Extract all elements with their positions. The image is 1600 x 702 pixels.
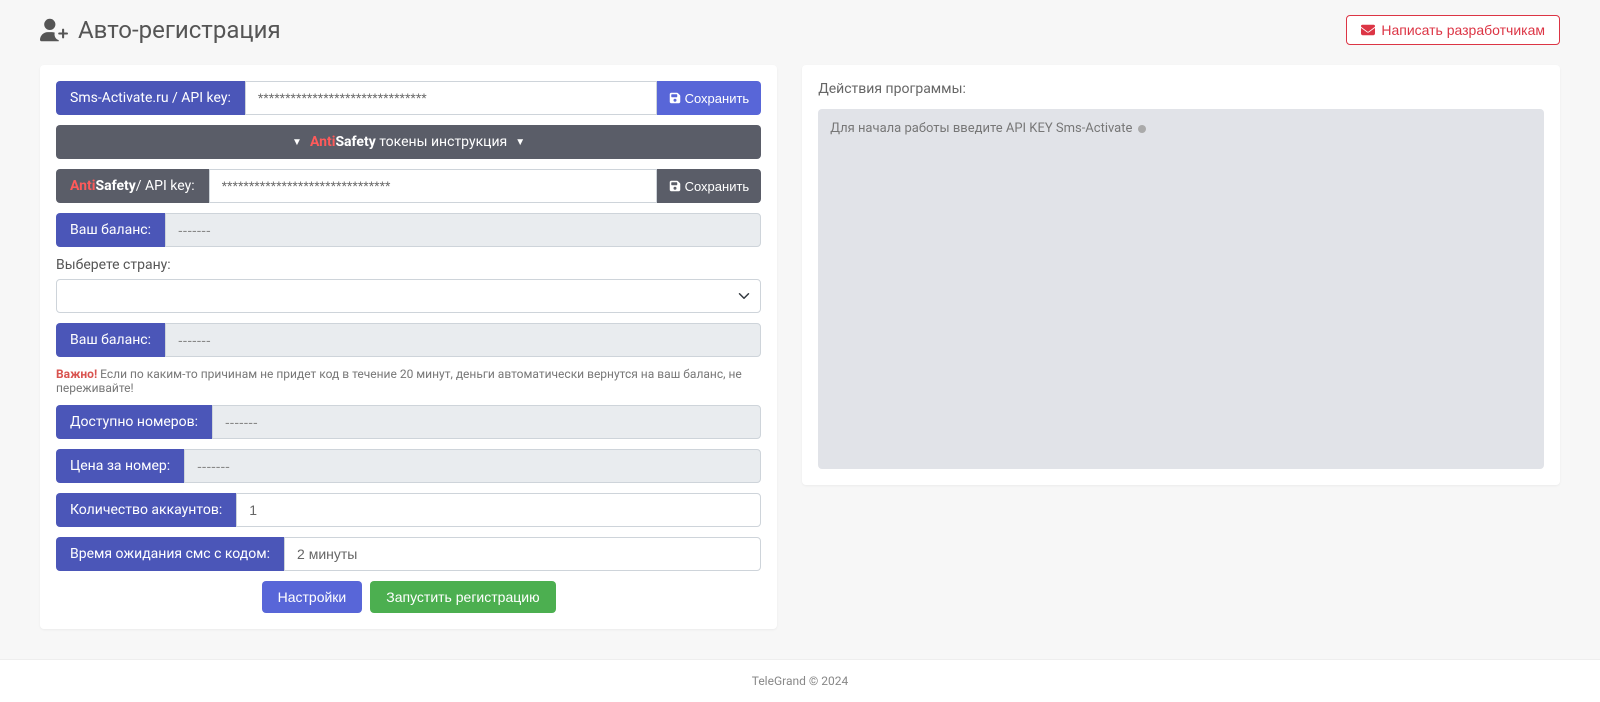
sms-activate-save-button[interactable]: Сохранить — [657, 81, 762, 115]
antisafety-tokens-toggle[interactable]: ▼ AntiSafety токены инструкция ▼ — [56, 125, 761, 159]
warning-text: Важно! Если по каким-то причинам не прид… — [56, 367, 761, 395]
contact-devs-button[interactable]: Написать разработчикам — [1346, 15, 1560, 45]
user-plus-icon — [40, 16, 68, 44]
available-numbers-label: Доступно номеров: — [56, 405, 212, 439]
price-value — [184, 449, 761, 483]
balance-2-value — [165, 323, 761, 357]
sms-wait-label: Время ожидания смс с кодом: — [56, 537, 284, 571]
log-title: Действия программы: — [818, 81, 1544, 97]
balance-1-group: Ваш баланс: — [56, 213, 761, 247]
antisafety-group: AntiSafety / API key: Сохранить — [56, 169, 761, 203]
balance-2-label: Ваш баланс: — [56, 323, 165, 357]
antisafety-label: AntiSafety / API key: — [56, 169, 209, 203]
balance-1-label: Ваш баланс: — [56, 213, 165, 247]
envelope-icon — [1361, 23, 1375, 37]
price-label: Цена за номер: — [56, 449, 184, 483]
save-icon — [669, 92, 681, 104]
action-row: Настройки Запустить регистрацию — [56, 581, 761, 613]
save-icon — [669, 180, 681, 192]
balance-2-group: Ваш баланс: — [56, 323, 761, 357]
accounts-count-input[interactable] — [236, 493, 761, 527]
footer: TeleGrand © 2024 — [0, 659, 1600, 702]
page-title: Авто-регистрация — [40, 16, 281, 44]
sms-activate-input[interactable] — [245, 81, 657, 115]
caret-down-icon: ▼ — [515, 137, 525, 148]
status-dot-icon — [1138, 125, 1146, 133]
country-select[interactable] — [56, 279, 761, 313]
sms-activate-group: Sms-Activate.ru / API key: Сохранить — [56, 81, 761, 115]
sms-wait-group: Время ожидания смс с кодом: — [56, 537, 761, 571]
antisafety-input[interactable] — [209, 169, 657, 203]
page-header: Авто-регистрация Написать разработчикам — [40, 15, 1560, 45]
country-label: Выберете страну: — [56, 257, 761, 273]
price-group: Цена за номер: — [56, 449, 761, 483]
available-numbers-group: Доступно номеров: — [56, 405, 761, 439]
log-card: Действия программы: Для начала работы вв… — [802, 65, 1560, 485]
settings-button[interactable]: Настройки — [262, 581, 363, 613]
sms-activate-label: Sms-Activate.ru / API key: — [56, 81, 245, 115]
config-card: Sms-Activate.ru / API key: Сохранить ▼ A… — [40, 65, 777, 629]
log-message: Для начала работы введите API KEY Sms-Ac… — [830, 121, 1132, 136]
accounts-count-label: Количество аккаунтов: — [56, 493, 236, 527]
log-body: Для начала работы введите API KEY Sms-Ac… — [818, 109, 1544, 469]
available-numbers-value — [212, 405, 761, 439]
antisafety-save-button[interactable]: Сохранить — [657, 169, 762, 203]
balance-1-value — [165, 213, 761, 247]
sms-wait-input[interactable] — [284, 537, 761, 571]
start-registration-button[interactable]: Запустить регистрацию — [370, 581, 555, 613]
accounts-count-group: Количество аккаунтов: — [56, 493, 761, 527]
caret-down-icon: ▼ — [292, 137, 302, 148]
